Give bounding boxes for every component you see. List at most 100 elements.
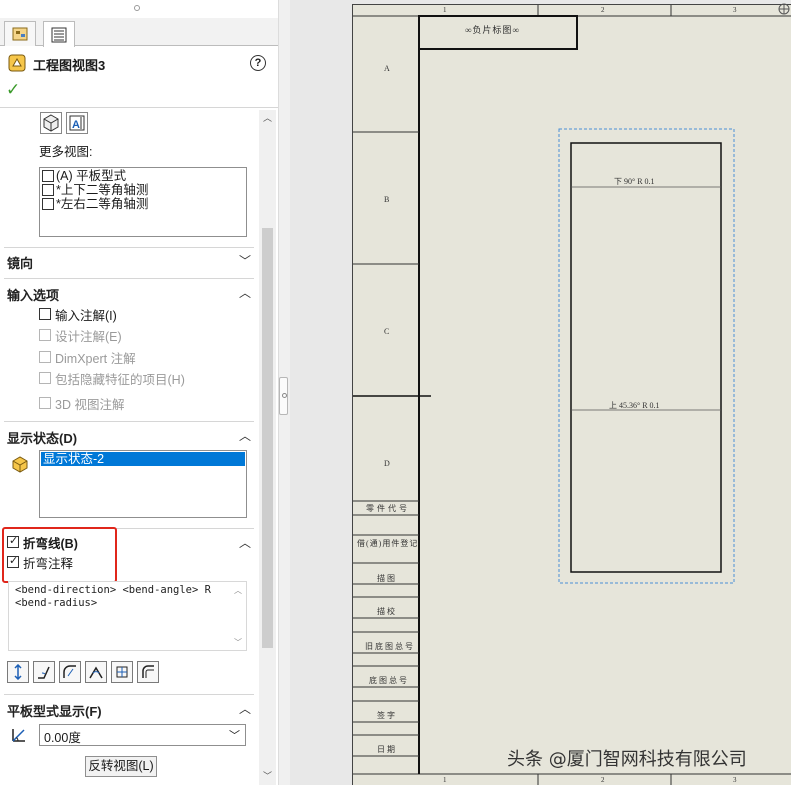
bend-order-icon	[116, 666, 128, 678]
bend-allowance-button[interactable]	[85, 661, 107, 683]
checkbox[interactable]	[42, 198, 54, 210]
flip-view-button[interactable]: 反转视图(L)	[85, 756, 157, 777]
bend-direction-button[interactable]	[7, 661, 29, 683]
option-label: 折弯注释	[23, 556, 74, 571]
sheet-row-letter: D	[384, 459, 390, 468]
divider	[4, 278, 254, 279]
panel-grip[interactable]	[134, 5, 140, 11]
checkbox[interactable]	[7, 554, 19, 568]
side-table-label: 签字	[377, 711, 397, 720]
section-mirror[interactable]: 镜向 ﹀	[0, 251, 259, 273]
bend-deduction-icon	[142, 665, 154, 678]
chevron-down-icon[interactable]: ﹀	[238, 252, 252, 268]
checkbox[interactable]	[7, 534, 19, 548]
splitter-handle[interactable]	[279, 377, 288, 415]
section-flat-pattern-display[interactable]: 平板型式显示(F) ︿	[0, 699, 259, 721]
feature-tree-icon	[12, 27, 28, 41]
page-title: 工程图视图3	[33, 58, 106, 73]
chevron-up-icon[interactable]: ︿	[238, 700, 252, 716]
scroll-up-icon[interactable]: ︿	[261, 112, 274, 125]
import-annotations-option[interactable]: 输入注解(I)	[39, 305, 117, 323]
option-label: 3D 视图注解	[55, 397, 125, 412]
checkbox	[39, 397, 51, 409]
tab-feature-manager[interactable]	[4, 21, 36, 46]
rotation-angle-value: 0.00度	[44, 731, 81, 745]
checkbox	[39, 372, 51, 384]
side-table-label: 零件代号	[366, 504, 410, 513]
drawing-view-icon	[8, 54, 26, 72]
rotation-angle-icon	[12, 729, 25, 742]
checkbox[interactable]	[39, 308, 51, 320]
ok-checkmark-icon[interactable]: ✓	[6, 80, 20, 100]
side-table-label: 借(通)用件登记	[357, 539, 419, 548]
more-views-label: 更多视图:	[39, 145, 93, 159]
watermark-text: 头条 @厦门智网科技有限公司	[507, 749, 747, 770]
display-state-list[interactable]: 显示状态-2	[39, 450, 247, 518]
sheet-row-letter: B	[384, 195, 390, 204]
scrollbar-thumb[interactable]	[262, 228, 273, 648]
chevron-down-icon[interactable]: ﹀	[234, 636, 242, 649]
design-annotations-option: 设计注解(E)	[39, 326, 122, 344]
view-orientation-icon[interactable]	[777, 2, 791, 16]
chevron-up-icon[interactable]: ︿	[238, 427, 252, 443]
dimxpert-annotations-option: DimXpert 注解	[39, 348, 136, 366]
divider	[4, 694, 254, 695]
sheet-row-letter: C	[384, 327, 390, 336]
bend-note-format-field[interactable]: <bend-direction> <bend-angle> R <bend-ra…	[8, 581, 247, 651]
side-table-label: 旧底图总号	[365, 642, 415, 651]
checkbox[interactable]	[42, 170, 54, 182]
side-table-label: 日期	[377, 745, 397, 754]
divider	[4, 421, 254, 422]
side-table-label: 描图	[377, 574, 397, 583]
option-label: 输入注解(I)	[55, 308, 117, 323]
bend-note-up[interactable]: 上 45.36° R 0.1	[609, 400, 660, 411]
bend-note-line: <bend-radius>	[15, 597, 98, 609]
bend-angle-icon	[38, 666, 50, 679]
checkbox	[39, 351, 51, 363]
more-views-list[interactable]: (A) 平板型式 *上下二等角轴测 *左右二等角轴测	[39, 167, 247, 237]
bend-radius-button[interactable]	[59, 661, 81, 683]
chevron-down-icon: ﹀	[229, 730, 240, 742]
option-label: 设计注解(E)	[55, 329, 122, 344]
list-item[interactable]: *上下二等角轴测	[42, 183, 244, 197]
bend-allowance-icon	[89, 666, 103, 679]
bend-order-button[interactable]	[111, 661, 133, 683]
bend-note-down[interactable]: 下 90° R 0.1	[614, 176, 655, 187]
list-item-selected[interactable]: 显示状态-2	[41, 452, 245, 466]
rotation-angle-select[interactable]: 0.00度 ﹀	[39, 724, 246, 746]
section-import-options[interactable]: 输入选项 ︿	[0, 283, 259, 305]
scroll-down-icon[interactable]: ﹀	[261, 770, 274, 783]
sheet-column-number: 2	[601, 6, 605, 14]
list-item[interactable]: *左右二等角轴测	[42, 197, 244, 211]
bend-deduction-button[interactable]	[137, 661, 159, 683]
bend-lines-option[interactable]: 折弯线(B)	[7, 533, 78, 551]
option-label: DimXpert 注解	[55, 351, 136, 366]
3d-view-annotations-option: 3D 视图注解	[39, 394, 124, 412]
tab-property-manager[interactable]	[43, 21, 75, 47]
display-state-icon	[12, 456, 28, 473]
option-label: 折弯线(B)	[23, 536, 78, 551]
drawing-canvas[interactable]: 1 2 3 1 2 3 A B C D ∞负片标图∞ 下 90° R 0.1 上…	[290, 0, 791, 785]
sheet-column-number: 3	[733, 776, 737, 784]
bend-angle-button[interactable]	[33, 661, 55, 683]
annotation-view-icon: A	[69, 115, 85, 131]
section-display-state[interactable]: 显示状态(D) ︿	[0, 426, 259, 448]
sheet-column-number: 1	[443, 776, 447, 784]
panel-splitter[interactable]	[278, 0, 290, 785]
side-table-label: 描校	[377, 607, 397, 616]
chevron-up-icon[interactable]: ︿	[234, 584, 242, 597]
list-item-label: *左右二等角轴测	[56, 197, 149, 211]
bend-notes-option[interactable]: 折弯注释	[7, 553, 73, 571]
panel-content: A 更多视图: (A) 平板型式 *上下二等角轴测 *左右二等角轴测 镜向 ﹀ …	[0, 110, 259, 785]
help-icon[interactable]: ?	[250, 55, 266, 71]
chevron-up-icon[interactable]: ︿	[238, 534, 252, 550]
list-item[interactable]: (A) 平板型式	[42, 169, 244, 183]
annotation-view-button[interactable]: A	[66, 112, 88, 134]
checkbox[interactable]	[42, 184, 54, 196]
vertical-arrows-icon	[14, 664, 22, 680]
chevron-up-icon[interactable]: ︿	[238, 284, 252, 300]
list-item-label: (A) 平板型式	[56, 169, 127, 183]
isometric-view-button[interactable]	[40, 112, 62, 134]
panel-scrollbar[interactable]: ︿ ﹀	[259, 110, 276, 785]
bend-note-line: <bend-direction> <bend-angle> R	[15, 584, 211, 596]
